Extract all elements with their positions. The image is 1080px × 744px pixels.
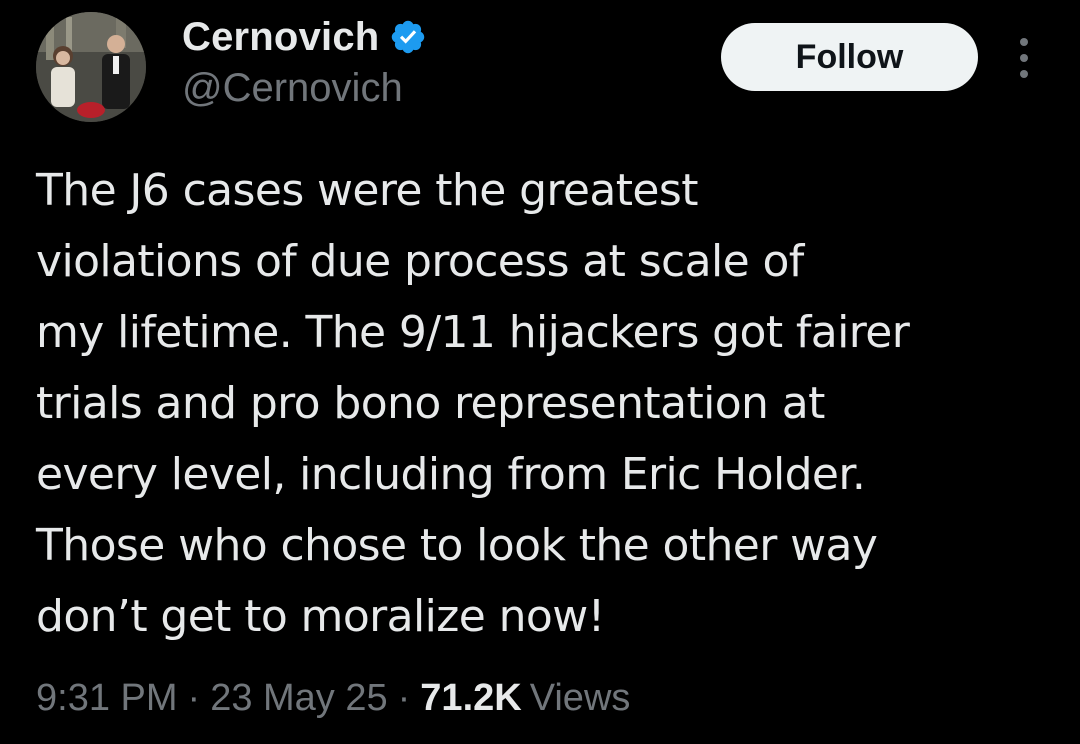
tweet-meta: 9:31 PM · 23 May 25 · 71.2K Views [36, 677, 630, 720]
author-name[interactable]: Cernovich [182, 15, 379, 60]
views-count[interactable]: 71.2K [420, 677, 521, 720]
tweet-text-line: The J6 cases were the greatest [36, 165, 698, 216]
author-name-row: Cernovich [182, 14, 427, 60]
views-label: Views [529, 677, 631, 719]
avatar-photo-icon [36, 12, 146, 122]
tweet-text-line: Those who chose to look the other way [36, 520, 878, 571]
more-vertical-icon [1020, 38, 1028, 78]
tweet-card: Cernovich @Cernovich Follow The J6 cases… [0, 0, 1080, 744]
avatar[interactable] [36, 12, 146, 122]
tweet-text-line: trials and pro bono representation at [36, 378, 825, 429]
tweet-date[interactable]: 23 May 25 [210, 677, 387, 720]
author-handle[interactable]: @Cernovich [182, 66, 403, 111]
verified-badge-icon [389, 18, 427, 56]
meta-separator: · [187, 677, 201, 719]
meta-separator: · [397, 677, 411, 719]
tweet-text: The J6 cases were the greatest violation… [36, 155, 1056, 652]
tweet-text-line: every level, including from Eric Holder. [36, 449, 866, 500]
more-options-button[interactable] [1004, 30, 1044, 86]
tweet-text-line: don’t get to moralize now! [36, 591, 605, 642]
follow-button[interactable]: Follow [721, 23, 978, 91]
tweet-time[interactable]: 9:31 PM [36, 677, 178, 720]
tweet-text-line: my lifetime. The 9/11 hijackers got fair… [36, 307, 910, 358]
tweet-text-line: violations of due process at scale of [36, 236, 804, 287]
